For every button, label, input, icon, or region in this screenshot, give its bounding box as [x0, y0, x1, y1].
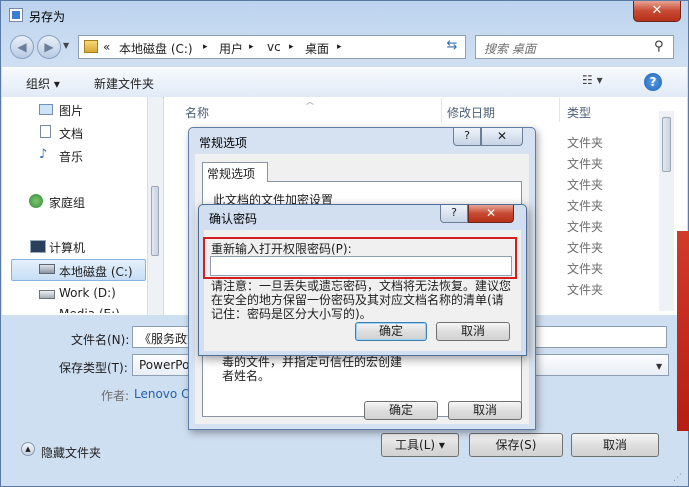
macro-security-text: 毒的文件，并指定可信任的宏创建者姓名。: [222, 355, 403, 383]
search-placeholder: 搜索 桌面: [484, 42, 536, 56]
file-list-scrollbar-thumb[interactable]: [662, 117, 671, 172]
folder-icon: [84, 40, 98, 53]
computer-icon: [30, 240, 46, 253]
file-type-cell: 文件夹: [567, 220, 604, 234]
nav-item-homegroup[interactable]: 家庭组: [49, 194, 85, 211]
breadcrumb-separator[interactable]: ▸: [337, 42, 342, 52]
view-options-button[interactable]: ☷ ▾: [582, 73, 603, 87]
collapse-icon[interactable]: ▲: [21, 442, 35, 456]
window-title: 另存为: [29, 10, 66, 24]
author-label: 作者:: [101, 389, 130, 403]
nav-scrollbar-thumb[interactable]: [151, 186, 159, 256]
file-type-cell: 文件夹: [567, 241, 604, 255]
file-type-cell: 文件夹: [567, 199, 604, 213]
dialog-close-button[interactable]: ✕: [468, 205, 514, 223]
breadcrumb-vc[interactable]: vc: [267, 40, 281, 54]
nav-item-documents[interactable]: 文档: [59, 125, 83, 142]
background-decoration: [677, 231, 689, 431]
breadcrumb-overflow[interactable]: «: [103, 40, 110, 54]
new-folder-button[interactable]: 新建文件夹: [94, 75, 154, 92]
ok-button[interactable]: 确定: [355, 322, 427, 341]
dialog-help-button[interactable]: ?: [440, 205, 468, 223]
breadcrumb-local-disk[interactable]: 本地磁盘 (C:): [119, 40, 193, 57]
breadcrumb-separator[interactable]: ▸: [289, 42, 294, 52]
cancel-button[interactable]: 取消: [436, 322, 510, 341]
nav-item-music[interactable]: 音乐: [59, 148, 83, 165]
tools-menu-button[interactable]: 工具(L) ▾: [381, 433, 459, 457]
column-header-name[interactable]: 名称: [185, 104, 209, 121]
file-type-cell: 文件夹: [567, 262, 604, 276]
file-type-cell: 文件夹: [567, 178, 604, 192]
nav-item-computer[interactable]: 计算机: [49, 239, 85, 256]
sort-arrow-icon: ︿: [306, 97, 314, 106]
save-type-label: 保存类型(T):: [59, 361, 128, 375]
save-button[interactable]: 保存(S): [469, 433, 563, 457]
drive-c-icon: [39, 264, 55, 274]
nav-item-pictures[interactable]: 图片: [59, 102, 83, 119]
organize-menu-button[interactable]: 组织 ▾: [26, 75, 60, 92]
breadcrumb-separator[interactable]: ▸: [203, 42, 208, 52]
search-input[interactable]: 搜索 桌面 ⚲: [475, 35, 674, 59]
column-divider[interactable]: [559, 98, 560, 122]
app-icon: [9, 8, 23, 22]
back-button[interactable]: ◀: [10, 35, 34, 59]
music-icon: ♪: [39, 147, 48, 162]
resize-grip-icon[interactable]: ⋰: [673, 473, 682, 483]
forward-arrow-icon: ▶: [44, 40, 54, 54]
column-divider[interactable]: [441, 98, 442, 122]
password-input[interactable]: [210, 256, 512, 276]
forward-button[interactable]: ▶: [37, 35, 61, 59]
dialog-title: 常规选项: [199, 136, 248, 150]
nav-item-media-e[interactable]: Media (E:): [59, 307, 120, 313]
chevron-down-icon[interactable]: ▼: [656, 362, 662, 371]
password-warning-text: 请注意：一旦丢失或遗忘密码，文档将无法恢复。建议您在安全的地方保留一份密码及其对…: [211, 279, 512, 321]
file-type-cell: 文件夹: [567, 157, 604, 171]
command-bar: 组织 ▾ 新建文件夹 ☷ ▾ ?: [2, 67, 687, 98]
file-type-cell: 文件夹: [567, 136, 604, 150]
title-bar: 另存为: [1, 1, 689, 31]
back-arrow-icon: ◀: [17, 40, 27, 54]
column-header-type[interactable]: 类型: [567, 104, 591, 121]
refresh-icon[interactable]: ⇆: [441, 36, 463, 56]
nav-item-local-disk-c[interactable]: 本地磁盘 (C:): [59, 263, 133, 280]
dialog-help-button[interactable]: ?: [453, 128, 481, 146]
address-bar[interactable]: « 本地磁盘 (C:) ▸ 用户 ▸ vc ▸ 桌面 ▸: [78, 35, 466, 59]
ok-button[interactable]: 确定: [364, 401, 438, 420]
column-header-date[interactable]: 修改日期: [447, 104, 495, 121]
tab-general-options[interactable]: 常规选项: [202, 162, 268, 182]
dialog-title: 确认密码: [209, 212, 258, 226]
breadcrumb-separator[interactable]: ▸: [249, 42, 254, 52]
homegroup-icon: [29, 194, 43, 208]
hide-folders-button[interactable]: 隐藏文件夹: [41, 444, 101, 461]
search-icon[interactable]: ⚲: [654, 39, 664, 54]
documents-icon: [40, 125, 51, 138]
cancel-button[interactable]: 取消: [448, 401, 522, 420]
save-type-value: PowerPo: [139, 358, 190, 372]
help-icon[interactable]: ?: [644, 73, 662, 91]
password-field-label: 重新输入打开权限密码(P):: [211, 242, 352, 256]
history-dropdown-icon[interactable]: ▼: [63, 41, 69, 50]
cancel-button[interactable]: 取消: [571, 433, 659, 457]
dialog-close-button[interactable]: ✕: [481, 128, 523, 146]
file-type-cell: 文件夹: [567, 283, 604, 297]
nav-item-work-d[interactable]: Work (D:): [59, 286, 116, 300]
window-close-button[interactable]: ✕: [633, 1, 681, 22]
breadcrumb-users[interactable]: 用户: [219, 40, 243, 57]
breadcrumb-desktop[interactable]: 桌面: [305, 40, 329, 57]
filename-label: 文件名(N):: [71, 333, 130, 347]
drive-d-icon: [39, 290, 55, 299]
pictures-icon: [39, 104, 53, 115]
